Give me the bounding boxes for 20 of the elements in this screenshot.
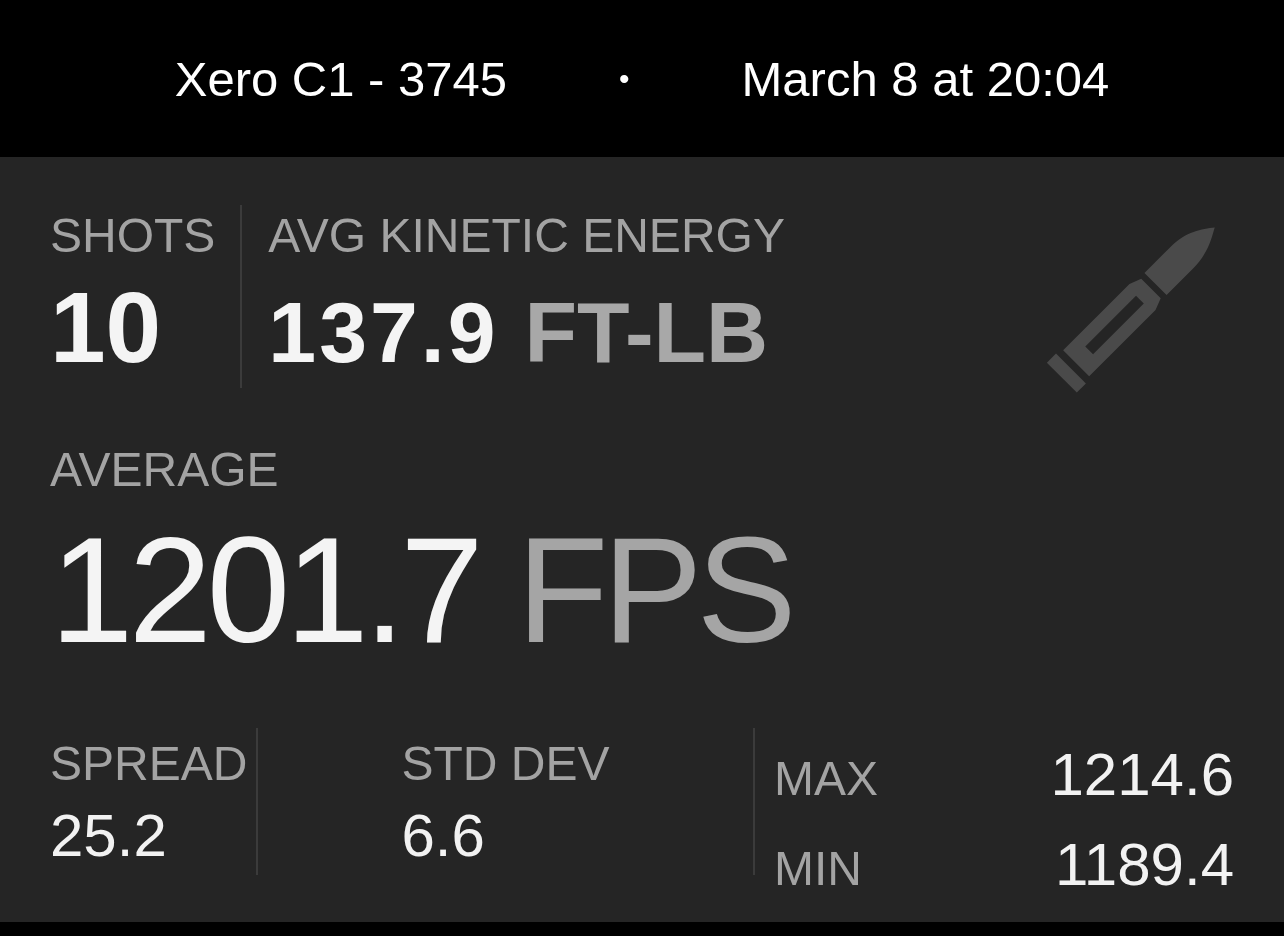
session-timestamp: March 8 at 20:04 [741,50,1110,108]
stat-label: STD DEV [401,736,610,792]
stat-value: 1189.4 [1054,832,1234,898]
device-name: Xero C1 - 3745 [174,50,508,108]
stat-label: SHOTS [50,208,216,264]
stat-value: 10 [50,277,162,377]
unit-label: FPS [516,506,791,674]
bullet-icon [1045,225,1217,395]
stat-label: SPREAD [50,736,248,792]
stat-value: 25.2 [50,803,167,869]
average-velocity: 1201.7 [50,506,479,674]
stat-label: AVG KINETIC ENERGY [268,208,785,264]
stat-value: 1214.6 [1050,742,1234,808]
stat-label: MIN [774,841,862,897]
stat-value: 137.9 [268,284,499,380]
stat-label: AVERAGE [50,442,279,498]
unit-label: FT-LB [524,284,769,380]
stat-label: MAX [774,751,878,807]
separator-dot: • [619,61,630,96]
stat-value: 6.6 [401,803,485,869]
